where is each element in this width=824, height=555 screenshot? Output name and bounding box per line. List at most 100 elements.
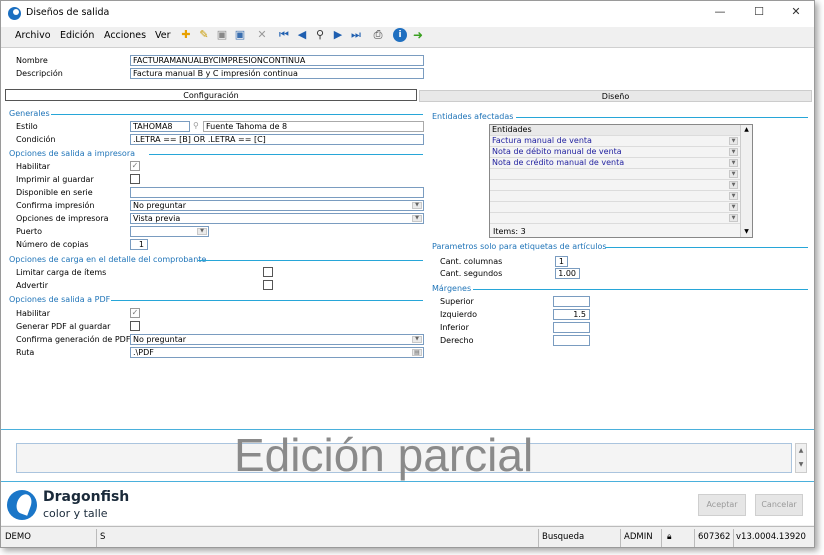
- menu-bar: Archivo Edición Acciones Ver: [1, 27, 814, 45]
- columnas-field[interactable]: 1: [555, 256, 568, 267]
- segundos-label: Cant. segundos: [440, 269, 503, 278]
- go-icon[interactable]: ➜: [411, 28, 425, 42]
- previous-icon[interactable]: ◀: [295, 28, 309, 42]
- grid-row[interactable]: ▼: [490, 202, 740, 213]
- scroll-up-icon[interactable]: ▲: [741, 125, 752, 135]
- grid-row[interactable]: ▼: [490, 191, 740, 202]
- confirma-impresion-label: Confirma impresión: [16, 201, 95, 210]
- chevron-down-icon[interactable]: ▼: [729, 159, 738, 167]
- inferior-label: Inferior: [440, 323, 469, 332]
- izquierdo-field[interactable]: 1.5: [553, 309, 590, 320]
- estilo-lookup-icon[interactable]: ⚲: [193, 121, 199, 130]
- edit-icon[interactable]: ✎: [197, 28, 211, 42]
- generales-line: [51, 114, 423, 115]
- grid-row[interactable]: ▼: [490, 169, 740, 180]
- scroll-up-icon[interactable]: ▲: [796, 444, 806, 458]
- grid-row[interactable]: ▼: [490, 180, 740, 191]
- next-icon[interactable]: ▶: [331, 28, 345, 42]
- chevron-down-icon[interactable]: ▼: [729, 148, 738, 156]
- confirma-pdf-label: Confirma generación de PDF: [16, 335, 131, 344]
- entidades-grid: Entidades Factura manual de venta ▼ Nota …: [489, 124, 753, 238]
- form-area: Nombre FACTURAMANUALBYCIMPRESIONCONTINUA…: [1, 47, 814, 429]
- scroll-down-icon[interactable]: ▼: [796, 458, 806, 472]
- inferior-field[interactable]: [553, 322, 590, 333]
- delete-icon[interactable]: ✕: [255, 28, 269, 42]
- info-icon[interactable]: i: [393, 28, 407, 42]
- grid-header: Entidades: [490, 125, 740, 136]
- descripcion-field[interactable]: Factura manual B y C impresión continua: [130, 68, 424, 79]
- grid-row-text: Nota de crédito manual de venta: [492, 158, 625, 167]
- tab-diseno[interactable]: Diseño: [419, 90, 812, 102]
- cancelar-button[interactable]: Cancelar: [755, 494, 803, 516]
- status-separator: [96, 529, 97, 547]
- minimize-button[interactable]: —: [707, 5, 733, 21]
- maximize-button[interactable]: ☐: [746, 5, 772, 21]
- menu-acciones[interactable]: Acciones: [104, 30, 146, 41]
- superior-field[interactable]: [553, 296, 590, 307]
- copias-field[interactable]: 1: [130, 239, 148, 250]
- new-icon[interactable]: ✚: [179, 28, 193, 42]
- confirma-pdf-dropdown[interactable]: No preguntar ▼: [130, 334, 424, 345]
- ruta-value: .\PDF: [133, 348, 154, 357]
- advertir-checkbox[interactable]: [263, 280, 273, 290]
- confirma-impresion-dropdown[interactable]: No preguntar ▼: [130, 200, 424, 211]
- lock-icon: 🔒︎: [667, 532, 672, 542]
- aceptar-button[interactable]: Aceptar: [698, 494, 746, 516]
- grid-row[interactable]: Factura manual de venta ▼: [490, 136, 740, 147]
- menu-archivo[interactable]: Archivo: [15, 30, 51, 41]
- carga-title: Opciones de carga en el detalle del comp…: [9, 255, 207, 264]
- scroll-down-icon[interactable]: ▼: [741, 227, 752, 237]
- watermark-text: Edición parcial: [234, 429, 534, 481]
- grid-row[interactable]: Nota de débito manual de venta ▼: [490, 147, 740, 158]
- condicion-field[interactable]: .LETRA == [B] OR .LETRA == [C]: [130, 134, 424, 145]
- nombre-field[interactable]: FACTURAMANUALBYCIMPRESIONCONTINUA: [130, 55, 424, 66]
- chevron-down-icon: ▼: [197, 228, 207, 235]
- ruta-field[interactable]: .\PDF ▤: [130, 347, 424, 358]
- habilitar-pdf-checkbox[interactable]: ✓: [130, 308, 140, 318]
- menu-edicion[interactable]: Edición: [60, 30, 94, 41]
- nombre-label: Nombre: [16, 56, 48, 65]
- tab-configuracion[interactable]: Configuración: [5, 89, 417, 101]
- estilo-field[interactable]: TAHOMA8: [130, 121, 190, 132]
- first-icon[interactable]: ⏮: [277, 28, 291, 42]
- opciones-impresora-dropdown[interactable]: Vista previa ▼: [130, 213, 424, 224]
- segundos-field[interactable]: 1.00: [555, 268, 580, 279]
- chevron-down-icon[interactable]: ▼: [729, 192, 738, 200]
- brand-name: Dragonfish: [43, 489, 130, 505]
- limitar-checkbox[interactable]: [263, 267, 273, 277]
- margenes-line: [473, 289, 808, 290]
- close-button[interactable]: ✕: [783, 5, 809, 21]
- menu-ver[interactable]: Ver: [155, 30, 171, 41]
- status-separator: [661, 529, 662, 547]
- derecho-field[interactable]: [553, 335, 590, 346]
- grid-row-text: Nota de débito manual de venta: [492, 147, 622, 156]
- last-icon[interactable]: ⏭: [349, 28, 363, 42]
- condicion-label: Condición: [16, 135, 56, 144]
- grid-row[interactable]: Nota de crédito manual de venta ▼: [490, 158, 740, 169]
- disponible-serie-field[interactable]: [130, 187, 424, 198]
- habilitar-impresora-checkbox[interactable]: ✓: [130, 161, 140, 171]
- grid-row[interactable]: ▼: [490, 213, 740, 224]
- search-icon[interactable]: ⚲: [313, 28, 327, 42]
- chevron-down-icon[interactable]: ▼: [729, 137, 738, 145]
- izquierdo-label: Izquierdo: [440, 310, 477, 319]
- imprimir-guardar-checkbox[interactable]: [130, 174, 140, 184]
- descripcion-label: Descripción: [16, 69, 63, 78]
- grid-scrollbar[interactable]: ▲ ▼: [740, 125, 752, 237]
- items-count: Items: 3: [493, 227, 526, 236]
- chevron-down-icon[interactable]: ▼: [729, 203, 738, 211]
- copias-label: Número de copias: [16, 240, 89, 249]
- puerto-dropdown[interactable]: ▼: [130, 226, 209, 237]
- etiquetas-title: Parametros solo para etiquetas de artícu…: [432, 242, 607, 251]
- preview-icon[interactable]: ⎙: [371, 28, 385, 42]
- chevron-down-icon[interactable]: ▼: [729, 181, 738, 189]
- save-icon[interactable]: ▣: [215, 28, 229, 42]
- dragonfish-logo-icon: [7, 490, 37, 520]
- save-as-icon[interactable]: ▣: [233, 28, 247, 42]
- folder-icon[interactable]: ▤: [412, 349, 422, 356]
- chevron-down-icon[interactable]: ▼: [729, 214, 738, 222]
- message-scrollbar[interactable]: ▲ ▼: [795, 443, 807, 473]
- generar-pdf-checkbox[interactable]: [130, 321, 140, 331]
- chevron-down-icon[interactable]: ▼: [729, 170, 738, 178]
- etiquetas-line: [605, 247, 808, 248]
